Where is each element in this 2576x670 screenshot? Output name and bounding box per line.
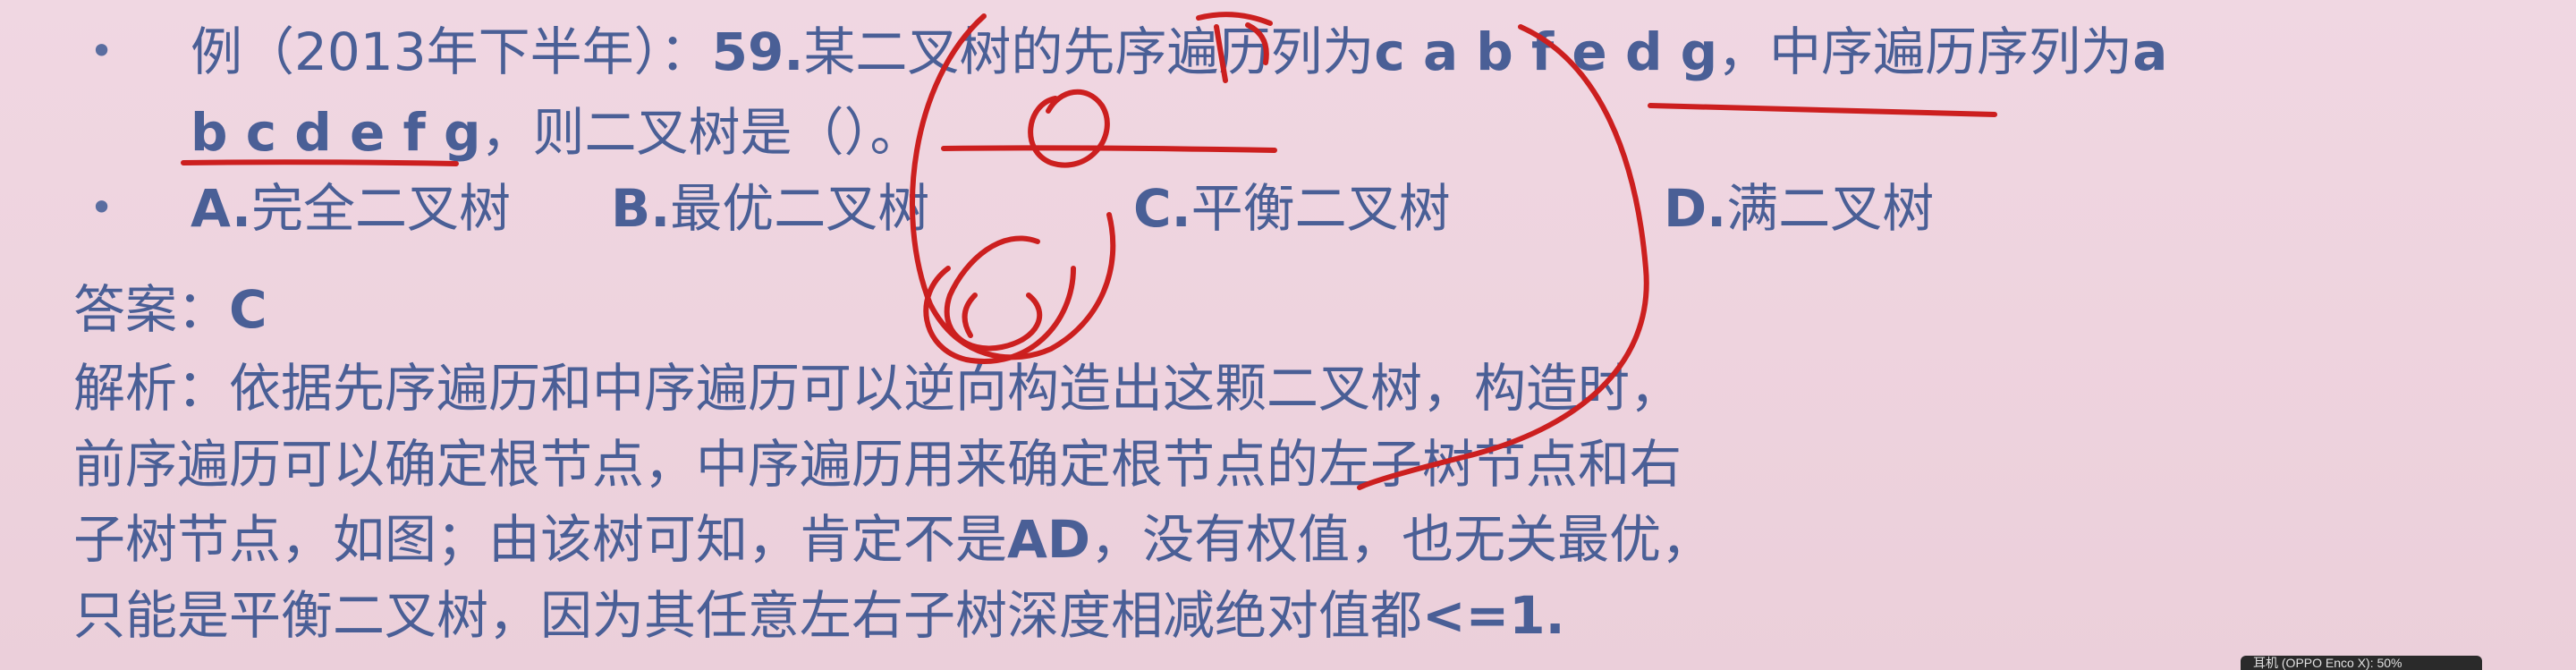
question-bullet: • [89, 27, 114, 75]
system-status-bar: 耳机 (OPPO Enco X): 50% [2241, 656, 2482, 670]
explanation-line-2: 前序遍历可以确定根节点，中序遍历用来确定根节点的左子树节点和右 [73, 434, 1682, 495]
question-stem-b: ，中序遍历序列为 [1717, 21, 2133, 82]
explanation-line-3: 子树节点，如图；由该树可知，肯定不是AD，没有权值，也无关最优， [73, 507, 1713, 572]
option-d: D.满二叉树 [1664, 176, 1934, 241]
explanation-line-4: 只能是平衡二叉树，因为其任意左右子树深度相减绝对值都<=1. [73, 583, 1565, 648]
preorder-sequence: c a b f e d g [1374, 21, 1718, 82]
explanation-4b: <=1 [1422, 585, 1546, 646]
question-number: 59. [711, 21, 804, 82]
explanation-3a: 子树节点，如图；由该树可知，肯定不是 [73, 509, 1008, 570]
option-c-letter: C. [1133, 178, 1191, 239]
question-prefix: 例（2013年下半年）： [191, 21, 712, 82]
explanation-3b: AD [1007, 509, 1091, 570]
option-c: C.平衡二叉树 [1133, 176, 1664, 241]
node-a-b-scribble [944, 235, 1043, 352]
explanation-line-1: 解析：依据先序遍历和中序遍历可以逆向构造出这颗二叉树，构造时， [73, 358, 1682, 419]
question-stem-c: ，则二叉树是（）。 [480, 102, 922, 163]
tree-left-outer [923, 266, 1076, 364]
option-a-text: 完全二叉树 [251, 178, 512, 239]
options-bullet: • [89, 183, 114, 232]
options-row: A.完全二叉树 B.最优二叉树 C.平衡二叉树 D.满二叉树 [191, 176, 1934, 241]
option-b-letter: B. [611, 178, 671, 239]
line-preorder-right [1648, 103, 1997, 117]
option-d-letter: D. [1664, 178, 1727, 239]
inorder-first: a [2132, 21, 2168, 82]
option-b: B.最优二叉树 [611, 176, 1133, 241]
answer-line: 答案：C [73, 277, 267, 342]
option-a: A.完全二叉树 [191, 176, 611, 241]
option-d-text: 满二叉树 [1726, 178, 1935, 239]
explanation-4a: 只能是平衡二叉树，因为其任意左右子树深度相减绝对值都 [73, 585, 1423, 646]
underline-question-end [941, 145, 1277, 153]
explanation-4c: . [1545, 585, 1565, 646]
inorder-sequence: b c d e f g [191, 102, 481, 163]
explanation-3c: ，没有权值，也无关最优， [1090, 509, 1714, 570]
question-stem-a: 某二叉树的先序遍历列为 [803, 21, 1375, 82]
option-c-text: 平衡二叉树 [1191, 178, 1451, 239]
node-c-circle [1028, 89, 1110, 168]
question-line-1: 例（2013年下半年）：59.某二叉树的先序遍历列为c a b f e d g，… [191, 20, 2167, 84]
option-a-letter: A. [191, 178, 251, 239]
answer-label: 答案： [73, 279, 230, 340]
question-line-2: b c d e f g，则二叉树是（）。 [191, 100, 921, 165]
option-b-text: 最优二叉树 [670, 178, 930, 239]
answer-value: C [229, 279, 267, 340]
